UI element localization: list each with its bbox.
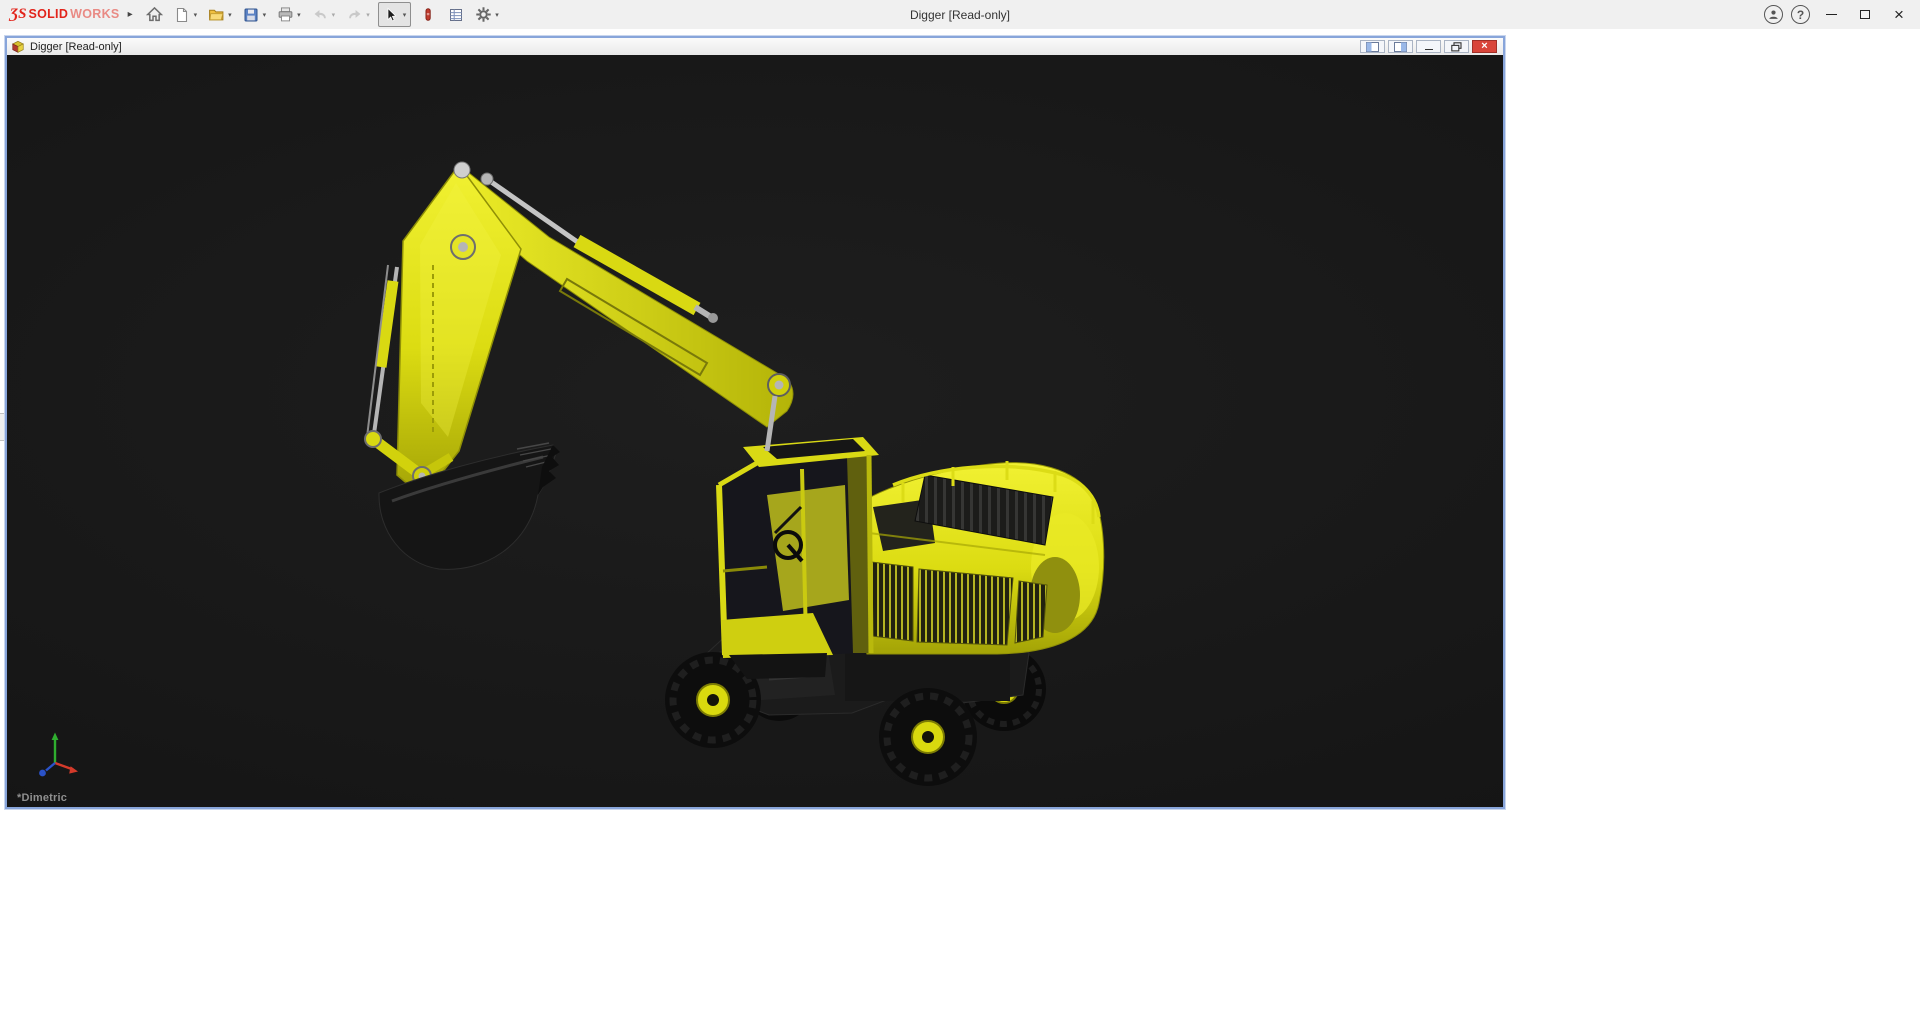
assembly-cube-icon xyxy=(11,40,25,54)
restore-icon xyxy=(1451,42,1462,52)
document-close-button[interactable]: × xyxy=(1472,40,1497,53)
print-icon xyxy=(277,6,294,23)
close-button[interactable]: × xyxy=(1886,4,1912,26)
view-orientation-label: *Dimetric xyxy=(17,792,67,804)
document-title: Digger [Read-only] xyxy=(30,41,1355,53)
redo-icon xyxy=(346,6,363,23)
account-button[interactable] xyxy=(1764,5,1783,24)
file-properties-button[interactable] xyxy=(444,3,467,26)
dassault-systemes-logo-icon: ƷS xyxy=(10,6,26,23)
minimize-icon xyxy=(1826,14,1837,15)
upper-body[interactable] xyxy=(853,461,1104,654)
open-dropdown-caret[interactable]: ▾ xyxy=(228,11,235,19)
cab[interactable] xyxy=(719,437,879,679)
orientation-triad-icon xyxy=(29,729,81,781)
home-button[interactable] xyxy=(143,3,166,26)
open-button[interactable] xyxy=(205,3,228,26)
hydraulic-cylinder-left xyxy=(381,281,393,367)
quick-access-toolbar: ▾ ▾ ▾ ▾ xyxy=(143,2,506,27)
appearance-marker-icon xyxy=(420,7,436,23)
undo-icon xyxy=(312,6,329,23)
options-dropdown-caret[interactable]: ▾ xyxy=(495,11,502,19)
app-window-title: Digger [Read-only] xyxy=(910,8,1010,22)
app-titlebar: ƷS SOLIDWORKS ▸ ▾ ▾ xyxy=(0,0,1920,29)
print-dropdown-caret[interactable]: ▾ xyxy=(297,11,304,19)
solidworks-logo: ƷS SOLIDWORKS xyxy=(10,6,120,23)
user-avatar-icon xyxy=(1767,8,1780,21)
mdi-client-area: Digger [Read-only] × xyxy=(0,29,1920,1032)
select-tool-active-frame: ▾ xyxy=(378,2,412,27)
app-window-controls: ? × xyxy=(1764,0,1912,29)
document-window: Digger [Read-only] × xyxy=(5,36,1505,809)
solidworks-app: ƷS SOLIDWORKS ▸ ▾ ▾ xyxy=(0,0,1920,1032)
excavator-3d-model[interactable] xyxy=(7,55,1503,807)
undo-button[interactable] xyxy=(309,3,332,26)
home-icon xyxy=(146,6,163,23)
open-folder-icon xyxy=(208,6,225,23)
edit-appearance-button[interactable] xyxy=(416,3,439,26)
brand-solid-text: SOLID xyxy=(28,7,68,21)
help-button[interactable]: ? xyxy=(1791,5,1810,24)
undo-dropdown-caret[interactable]: ▾ xyxy=(332,11,339,19)
wheel-rear-left[interactable] xyxy=(879,688,977,786)
save-dropdown-caret[interactable]: ▾ xyxy=(263,11,270,19)
save-button[interactable] xyxy=(240,3,263,26)
select-tool-dropdown-caret[interactable]: ▾ xyxy=(403,11,410,19)
brand-works-text: WORKS xyxy=(70,7,119,21)
print-button[interactable] xyxy=(274,3,297,26)
minimize-button[interactable] xyxy=(1818,4,1844,26)
document-titlebar[interactable]: Digger [Read-only] × xyxy=(7,38,1503,55)
document-window-controls: × xyxy=(1360,40,1497,53)
new-document-dropdown-caret[interactable]: ▾ xyxy=(194,11,201,19)
select-cursor-icon xyxy=(383,7,399,23)
maximize-button[interactable] xyxy=(1852,4,1878,26)
new-document-icon xyxy=(174,7,190,23)
document-minimize-icon xyxy=(1425,49,1433,50)
help-question-glyph: ? xyxy=(1797,8,1804,22)
split-pane-right-icon xyxy=(1394,42,1407,52)
split-pane-left-icon xyxy=(1366,42,1379,52)
document-minimize-button[interactable] xyxy=(1416,40,1441,53)
show-pane-right-button[interactable] xyxy=(1388,40,1413,53)
redo-dropdown-caret[interactable]: ▾ xyxy=(366,11,373,19)
graphics-viewport[interactable]: *Dimetric xyxy=(7,55,1503,807)
select-tool-button[interactable] xyxy=(380,3,403,26)
toolbar-flyout-arrow-icon[interactable]: ▸ xyxy=(128,9,133,20)
close-icon: × xyxy=(1894,6,1904,23)
document-restore-button[interactable] xyxy=(1444,40,1469,53)
save-icon xyxy=(243,7,259,23)
options-button[interactable] xyxy=(472,3,495,26)
maximize-icon xyxy=(1860,10,1870,19)
document-close-icon: × xyxy=(1481,41,1487,52)
new-document-button[interactable] xyxy=(171,3,194,26)
properties-table-icon xyxy=(448,7,464,23)
gear-icon xyxy=(475,6,492,23)
show-pane-left-button[interactable] xyxy=(1360,40,1385,53)
boom-arm[interactable] xyxy=(365,162,793,497)
redo-button[interactable] xyxy=(343,3,366,26)
